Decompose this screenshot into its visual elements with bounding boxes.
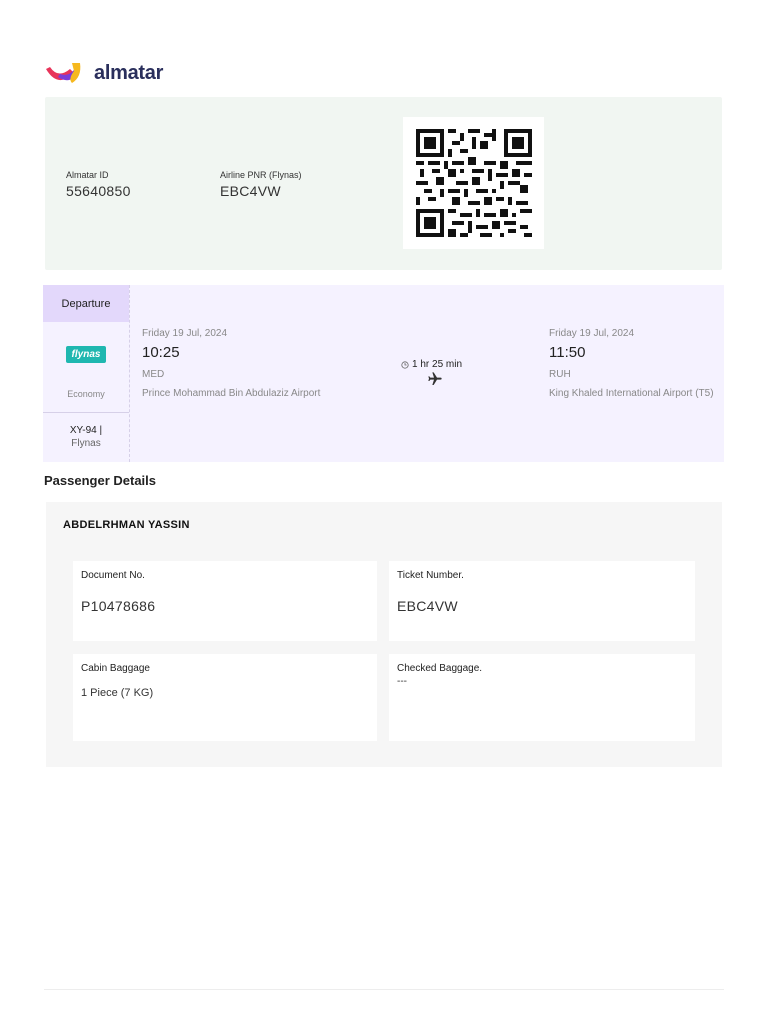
arrival-info: Friday 19 Jul, 2024 11:50 RUH King Khale… — [549, 328, 719, 400]
departure-date: Friday 19 Jul, 2024 — [142, 328, 228, 339]
almatar-logo: almatar — [44, 58, 184, 88]
passenger-details-heading: Passenger Details — [44, 473, 157, 488]
cabin-baggage-label: Cabin Baggage — [81, 663, 150, 674]
flight-number: XY-94 | — [69, 425, 103, 436]
almatar-id-value: 55640850 — [66, 183, 131, 199]
departure-tab[interactable]: Departure — [43, 285, 129, 322]
airline-pnr-label: Airline PNR (Flynas) — [220, 170, 302, 180]
flight-duration: 1 hr 25 min — [401, 359, 462, 370]
clock-icon — [401, 360, 409, 369]
departure-code: MED — [142, 369, 165, 380]
checked-baggage-value: --- — [397, 676, 407, 687]
flight-segment-card: Departure flynas Economy XY-94 | Flynas … — [43, 285, 724, 462]
ticket-number-value: EBC4VW — [397, 598, 458, 614]
airplane-icon — [428, 372, 442, 385]
arrival-time: 11:50 — [549, 344, 586, 361]
departure-time: 10:25 — [142, 344, 180, 361]
document-number-value: P10478686 — [81, 598, 156, 614]
almatar-id-label: Almatar ID — [66, 170, 109, 180]
arrival-airport: King Khaled International Airport (T5) — [549, 388, 714, 399]
booking-summary-card: Almatar ID 55640850 Airline PNR (Flynas)… — [45, 97, 722, 270]
divider — [43, 412, 129, 413]
brand-name: almatar — [94, 61, 164, 84]
document-number-box: Document No. P10478686 — [73, 561, 377, 641]
airline-pnr-block: Airline PNR (Flynas) EBC4VW — [220, 170, 302, 199]
cabin-class: Economy — [67, 389, 105, 399]
footer-divider — [44, 989, 724, 990]
ticket-number-label: Ticket Number. — [397, 570, 464, 581]
departure-info: Friday 19 Jul, 2024 10:25 MED Prince Moh… — [142, 328, 342, 400]
passenger-name: ABDELRHMAN YASSIN — [63, 519, 190, 531]
departure-airport: Prince Mohammad Bin Abdulaziz Airport — [142, 388, 321, 399]
cabin-baggage-box: Cabin Baggage 1 Piece (7 KG) — [73, 654, 377, 741]
ticket-number-box: Ticket Number. EBC4VW — [389, 561, 695, 641]
qr-code — [403, 117, 544, 249]
duration-text: 1 hr 25 min — [412, 359, 463, 370]
checked-baggage-label: Checked Baggage. — [397, 663, 483, 674]
qr-code-icon — [416, 129, 532, 237]
dashed-divider — [129, 285, 130, 462]
airline-pnr-value: EBC4VW — [220, 183, 281, 199]
airline-column: flynas Economy XY-94 | Flynas — [43, 322, 129, 462]
cabin-baggage-value: 1 Piece (7 KG) — [81, 687, 154, 699]
checked-baggage-box: Checked Baggage. --- — [389, 654, 695, 741]
arrival-date: Friday 19 Jul, 2024 — [549, 328, 635, 339]
arrival-code: RUH — [549, 369, 571, 380]
flight-number-block: XY-94 | Flynas — [43, 424, 129, 450]
airline-name: Flynas — [71, 438, 101, 449]
flynas-logo: flynas — [66, 346, 106, 363]
passenger-card: ABDELRHMAN YASSIN Document No. P10478686… — [46, 502, 722, 767]
document-number-label: Document No. — [81, 570, 145, 581]
almatar-logo-mark-icon — [46, 63, 81, 83]
almatar-id-block: Almatar ID 55640850 — [66, 170, 131, 199]
